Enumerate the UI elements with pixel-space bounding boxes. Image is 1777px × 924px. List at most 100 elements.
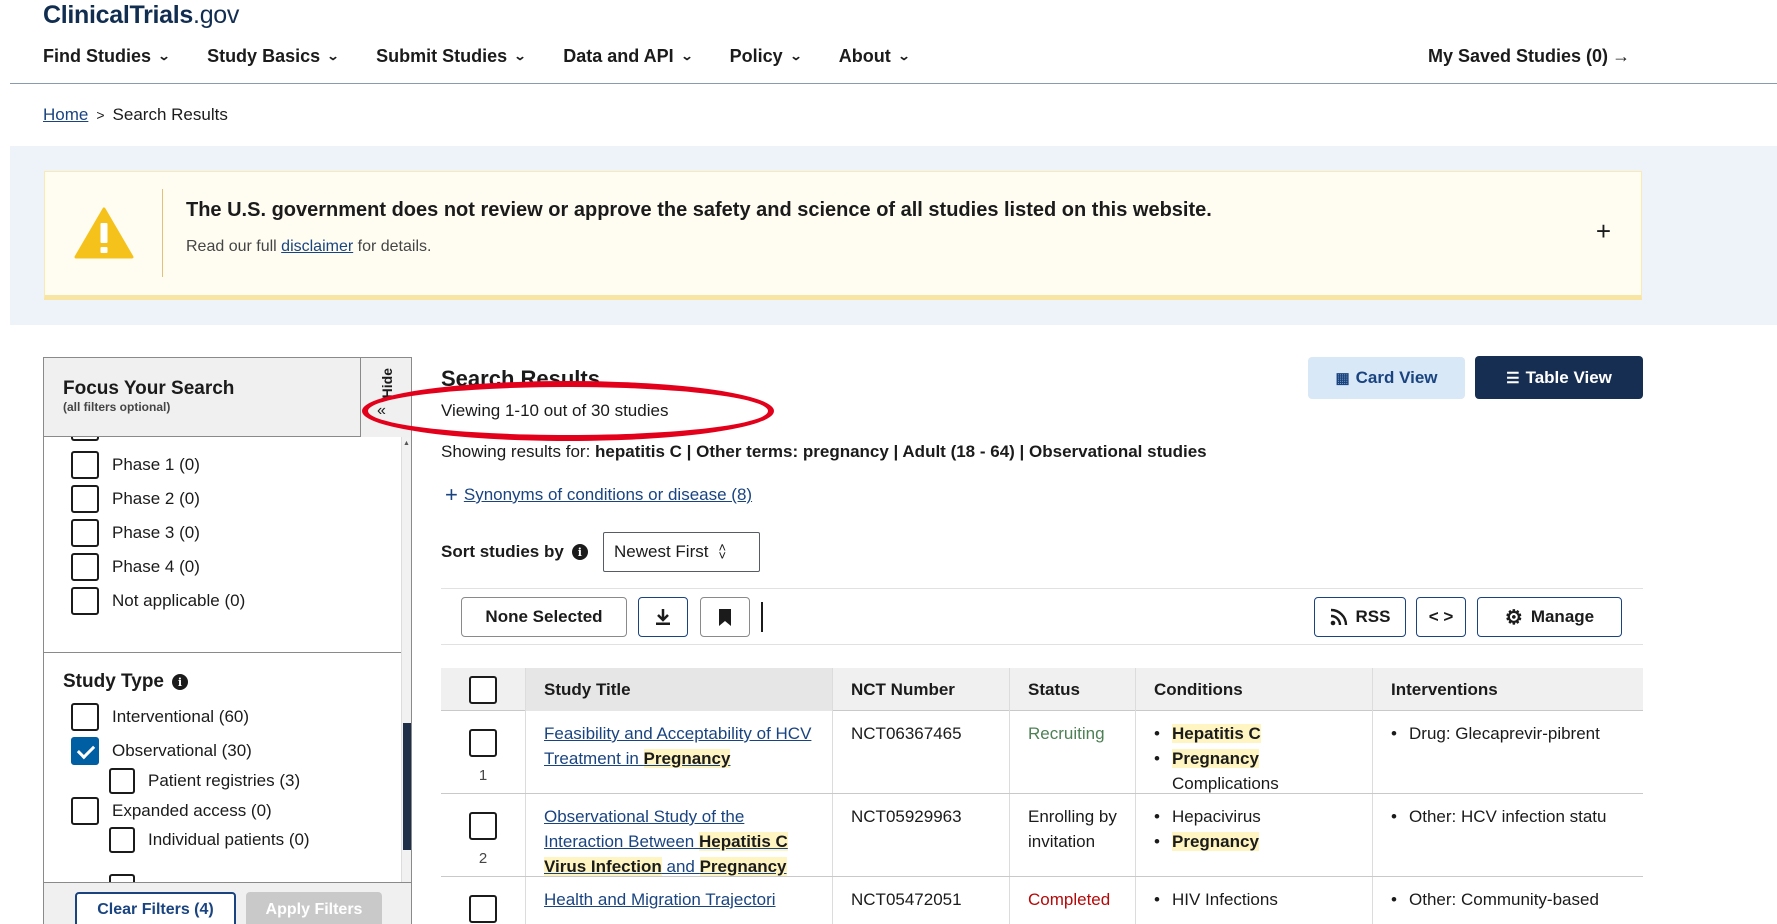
table-row: 2 Observational Study of the Interaction…: [441, 794, 1643, 877]
filter-phase-2[interactable]: Phase 2 (0): [71, 485, 200, 513]
disclaimer-link[interactable]: disclaimer: [281, 238, 353, 255]
row-checkbox[interactable]: [469, 729, 497, 757]
manage-button[interactable]: ⚙ Manage: [1477, 597, 1622, 637]
study-title-link[interactable]: Feasibility and Acceptability of HCV Tre…: [544, 724, 811, 768]
chevron-down-icon: ⌄: [157, 49, 171, 63]
checkbox[interactable]: [109, 768, 135, 794]
checkbox[interactable]: [71, 451, 99, 479]
nav-data-and-api[interactable]: Data and API ⌄: [563, 46, 693, 67]
filter-individual-patients[interactable]: Individual patients (0): [109, 827, 310, 853]
sidebar-filter-list[interactable]: Phase 1 (0) Phase 2 (0) Phase 3 (0) Phas…: [44, 437, 401, 882]
filter-phase-4[interactable]: Phase 4 (0): [71, 553, 200, 581]
nav-submit-studies[interactable]: Submit Studies ⌄: [376, 46, 527, 67]
arrow-right-icon: →: [1612, 46, 1631, 66]
chevron-down-icon: ⌄: [897, 49, 911, 63]
annotation-circle: [362, 381, 774, 441]
row-number: 2: [478, 850, 488, 867]
nct-number: NCT05472051: [833, 877, 1010, 924]
embed-code-button[interactable]: < >: [1416, 597, 1466, 637]
study-title-cell: Observational Study of the Interaction B…: [526, 794, 833, 876]
scroll-up-icon[interactable]: ▲: [403, 440, 410, 447]
download-icon: [656, 609, 670, 625]
expand-alert-button[interactable]: +: [1596, 216, 1611, 247]
disclaimer-alert: The U.S. government does not review or a…: [44, 171, 1642, 300]
chevron-down-icon: ⌄: [789, 49, 803, 63]
nct-number: NCT05929963: [833, 794, 1010, 876]
my-saved-studies-link[interactable]: My Saved Studies (0) →: [1428, 46, 1630, 67]
status-value: Enrolling by invitation: [1010, 794, 1136, 876]
nav-study-basics[interactable]: Study Basics ⌄: [207, 46, 340, 67]
col-nct-number[interactable]: NCT Number: [833, 668, 1010, 711]
card-view-button[interactable]: ▦ Card View: [1308, 357, 1465, 399]
checkbox[interactable]: [71, 553, 99, 581]
synonyms-toggle[interactable]: + Synonyms of conditions or disease (8): [445, 482, 752, 508]
checkbox[interactable]: [71, 485, 99, 513]
checkbox-partial: [71, 437, 99, 441]
sort-select[interactable]: Newest First ˄ ˅: [603, 532, 760, 572]
conditions-cell: HIV Infections: [1136, 877, 1373, 924]
study-title-link[interactable]: Health and Migration Trajectori: [544, 890, 776, 909]
warning-icon: [74, 207, 133, 259]
study-type-title: Study Type i: [63, 671, 188, 693]
info-icon[interactable]: i: [571, 544, 588, 560]
filter-not-applicable[interactable]: Not applicable (0): [71, 587, 245, 615]
info-icon[interactable]: i: [172, 674, 188, 690]
sidebar-note: (all filters optional): [63, 400, 171, 414]
table-row: Health and Migration Trajectori NCT05472…: [441, 877, 1643, 924]
checkbox[interactable]: [71, 519, 99, 547]
rss-icon: [1330, 608, 1347, 626]
hide-label: Hide: [379, 368, 395, 399]
intervention-item: Other: HCV infection statu: [1391, 804, 1625, 829]
filter-phase-1[interactable]: Phase 1 (0): [71, 451, 200, 479]
chevron-down-icon: ⌄: [326, 49, 340, 63]
scrollbar-thumb[interactable]: [403, 723, 411, 850]
nav-policy[interactable]: Policy ⌄: [730, 46, 803, 67]
col-status[interactable]: Status: [1010, 668, 1136, 711]
filter-observational[interactable]: Observational (30): [71, 737, 252, 765]
col-study-title[interactable]: Study Title: [526, 668, 833, 711]
checkbox-partial: [109, 874, 135, 882]
clear-filters-button[interactable]: Clear Filters (4): [75, 892, 236, 924]
breadcrumb-home-link[interactable]: Home: [43, 105, 88, 125]
sidebar-scrollbar[interactable]: ▲: [401, 437, 411, 882]
bookmark-icon: [719, 608, 731, 626]
filter-phase-3[interactable]: Phase 3 (0): [71, 519, 200, 547]
checkbox[interactable]: [71, 703, 99, 731]
row-select-cell: 1: [441, 711, 526, 793]
checkbox[interactable]: [71, 797, 99, 825]
col-interventions[interactable]: Interventions: [1373, 668, 1643, 711]
sidebar-title: Focus Your Search: [63, 378, 235, 399]
sidebar-header: Focus Your Search (all filters optional)…: [44, 358, 411, 437]
breadcrumb-separator: >: [96, 107, 105, 123]
filter-interventional[interactable]: Interventional (60): [71, 703, 249, 731]
alert-subtext: Read our full disclaimer for details.: [186, 238, 432, 255]
rss-button[interactable]: RSS: [1314, 597, 1406, 637]
checkbox[interactable]: [109, 827, 135, 853]
row-checkbox[interactable]: [469, 895, 497, 923]
sort-updown-icon: ˄ ˅: [718, 540, 727, 563]
checkbox[interactable]: [71, 587, 99, 615]
filter-expanded-access[interactable]: Expanded access (0): [71, 797, 272, 825]
condition-item: Pregnancy Complications: [1154, 746, 1354, 793]
row-checkbox[interactable]: [469, 812, 497, 840]
select-all-checkbox[interactable]: [469, 675, 497, 704]
checkbox-checked[interactable]: [71, 737, 99, 765]
section-divider: [44, 652, 401, 653]
table-row: 1 Feasibility and Acceptability of HCV T…: [441, 711, 1643, 794]
alert-icon-area: [45, 189, 163, 277]
site-logo[interactable]: ClinicalTrials.gov: [43, 1, 239, 30]
results-table: Study Title NCT Number Status Conditions…: [441, 668, 1643, 924]
filter-patient-registries[interactable]: Patient registries (3): [109, 768, 300, 794]
study-title-link[interactable]: Observational Study of the Interaction B…: [544, 807, 788, 876]
bookmark-button[interactable]: [700, 597, 750, 637]
col-conditions[interactable]: Conditions: [1136, 668, 1373, 711]
nav-find-studies[interactable]: Find Studies ⌄: [43, 46, 171, 67]
condition-item: Hepacivirus: [1154, 804, 1354, 829]
table-view-button[interactable]: ☰ Table View: [1475, 356, 1643, 399]
apply-filters-button[interactable]: Apply Filters: [246, 892, 382, 924]
nav-about[interactable]: About ⌄: [839, 46, 911, 67]
sidebar-footer: Clear Filters (4) Apply Filters: [44, 882, 411, 924]
none-selected-button[interactable]: None Selected: [461, 597, 627, 637]
breadcrumb-current: Search Results: [112, 105, 228, 124]
download-button[interactable]: [638, 597, 688, 637]
